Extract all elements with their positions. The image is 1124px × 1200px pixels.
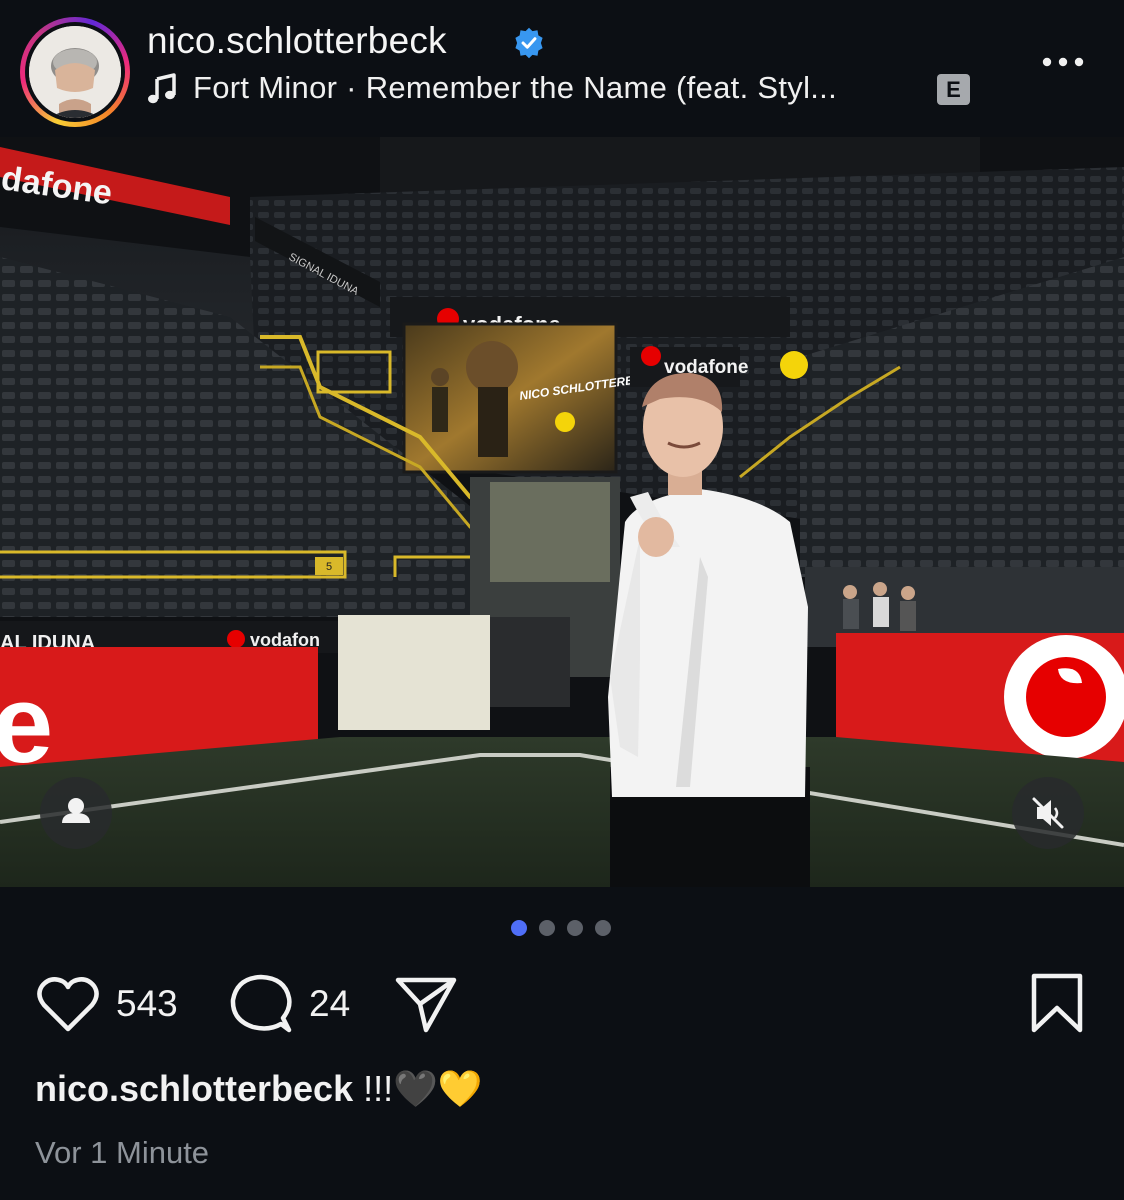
bookmark-icon[interactable] [1030,972,1084,1034]
comment-count[interactable]: 24 [309,983,350,1025]
caption: nico.schlotterbeck !!!🖤💛 [35,1068,483,1110]
mute-button[interactable] [1012,777,1084,849]
story-ring[interactable] [20,17,130,127]
song-title[interactable]: Fort Minor · Remember the Name (feat. St… [193,70,837,106]
tag-people-button[interactable] [40,777,112,849]
carousel-dot [539,920,555,936]
music-note-icon [148,73,176,104]
more-icon[interactable] [1040,55,1086,69]
carousel-indicator [511,920,611,936]
post-header: nico.schlotterbeck Fort Minor · Remember… [0,0,1124,137]
carousel-dot [567,920,583,936]
carousel-dot-active [511,920,527,936]
like-count[interactable]: 543 [116,983,178,1025]
explicit-badge: E [937,74,970,105]
stadium-photo: dafone SIGNAL IDUNA vodafone NICO SCHLOT… [0,137,1124,887]
avatar[interactable] [29,26,121,118]
carousel-dot [595,920,611,936]
heart-icon[interactable] [36,975,100,1033]
verified-icon [515,27,543,59]
instagram-post: nico.schlotterbeck Fort Minor · Remember… [0,0,1124,1200]
comment-icon[interactable] [229,972,293,1034]
muted-speaker-icon [1032,797,1064,829]
caption-text: !!!🖤💛 [353,1068,483,1109]
user-tag-icon [62,798,90,823]
timestamp: Vor 1 Minute [35,1135,210,1170]
share-icon[interactable] [394,974,458,1034]
post-media[interactable]: dafone SIGNAL IDUNA vodafone NICO SCHLOT… [0,137,1124,887]
seat-block-number: 5 [326,561,332,573]
username[interactable]: nico.schlotterbeck [147,20,447,62]
caption-username[interactable]: nico.schlotterbeck [35,1068,353,1109]
